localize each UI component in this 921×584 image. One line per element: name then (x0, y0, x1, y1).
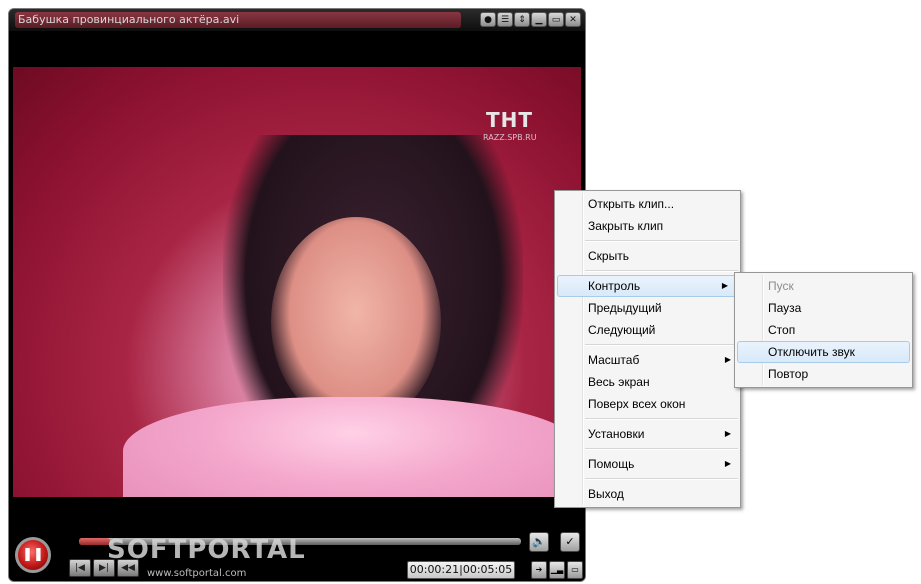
title-bar[interactable]: Бабушка провинциального актёра.avi ● ☰ ⇕… (9, 9, 585, 31)
channel-logo: ТНТ (486, 108, 534, 132)
aux-buttons: ➔ ▁▃ ▭ (531, 561, 583, 579)
menu-item-open-clip[interactable]: Открыть клип... (555, 193, 740, 215)
submenu-arrow-icon: ▶ (721, 281, 728, 290)
submenu-arrow-icon: ▶ (724, 459, 731, 468)
previous-icon[interactable]: |◀ (69, 559, 91, 577)
menu-item-hide[interactable]: Скрыть (555, 245, 740, 267)
maximize-icon[interactable]: ▭ (548, 12, 564, 27)
submenu-item-repeat[interactable]: Повтор (735, 363, 912, 385)
submenu-arrow-icon: ▶ (724, 355, 731, 364)
video-subject-shirt (123, 397, 581, 497)
watermark-url: www.softportal.com (147, 568, 247, 579)
menu-separator (585, 448, 738, 450)
next-icon[interactable]: ▶| (93, 559, 115, 577)
playlist-icon[interactable]: ☰ (497, 12, 513, 27)
menu-item-fullscreen[interactable]: Весь экран (555, 371, 740, 393)
rewind-icon[interactable]: ◀◀ (117, 559, 139, 577)
menu-item-control[interactable]: Контроль ▶ (557, 275, 738, 297)
menu-item-scale[interactable]: Масштаб ▶ (555, 349, 740, 371)
menu-separator (585, 418, 738, 420)
resize-icon[interactable]: ⇕ (514, 12, 530, 27)
window-title: Бабушка провинциального актёра.avi (18, 13, 240, 26)
menu-separator (585, 478, 738, 480)
menu-separator (585, 344, 738, 346)
submenu-item-play[interactable]: Пуск (735, 275, 912, 297)
navigation-buttons: |◀ ▶| ◀◀ (69, 559, 139, 577)
submenu-item-mute[interactable]: Отключить звук (737, 341, 910, 363)
menu-item-close-clip[interactable]: Закрыть клип (555, 215, 740, 237)
minimize-icon[interactable]: ▁ (531, 12, 547, 27)
menu-separator (585, 240, 738, 242)
control-submenu: Пуск Пауза Стоп Отключить звук Повтор (734, 272, 913, 388)
menu-separator (585, 270, 738, 272)
menu-item-help[interactable]: Помощь ▶ (555, 453, 740, 475)
check-icon[interactable]: ✓ (560, 532, 580, 552)
channel-site: RAZZ.SPB.RU (483, 133, 537, 142)
menu-item-always-on-top[interactable]: Поверх всех окон (555, 393, 740, 415)
speaker-icon[interactable]: 🔈 (529, 532, 549, 552)
menu-item-previous[interactable]: Предыдущий (555, 297, 740, 319)
equalizer-icon[interactable]: ▁▃ (549, 561, 565, 579)
time-display: 00:00:21|00:05:05 (407, 561, 515, 579)
control-bar: 🔈 ✓ SOFTPORTAL www.softportal.com ❚❚ |◀ … (9, 527, 585, 581)
submenu-item-pause[interactable]: Пауза (735, 297, 912, 319)
close-icon[interactable]: ✕ (565, 12, 581, 27)
menu-item-exit[interactable]: Выход (555, 483, 740, 505)
submenu-arrow-icon: ▶ (724, 429, 731, 438)
menu-item-next[interactable]: Следующий (555, 319, 740, 341)
record-icon[interactable]: ● (480, 12, 496, 27)
play-pause-button[interactable]: ❚❚ (15, 537, 51, 573)
arrow-right-icon[interactable]: ➔ (531, 561, 547, 579)
video-frame[interactable]: ТНТ RAZZ.SPB.RU (13, 67, 581, 497)
submenu-item-stop[interactable]: Стоп (735, 319, 912, 341)
video-subject-face (271, 217, 441, 427)
title-buttons: ● ☰ ⇕ ▁ ▭ ✕ (480, 12, 581, 27)
menu-item-settings[interactable]: Установки ▶ (555, 423, 740, 445)
context-menu: Открыть клип... Закрыть клип Скрыть Конт… (554, 190, 741, 508)
player-window: Бабушка провинциального актёра.avi ● ☰ ⇕… (8, 8, 586, 582)
seek-progress (79, 538, 110, 545)
options-icon[interactable]: ▭ (567, 561, 583, 579)
